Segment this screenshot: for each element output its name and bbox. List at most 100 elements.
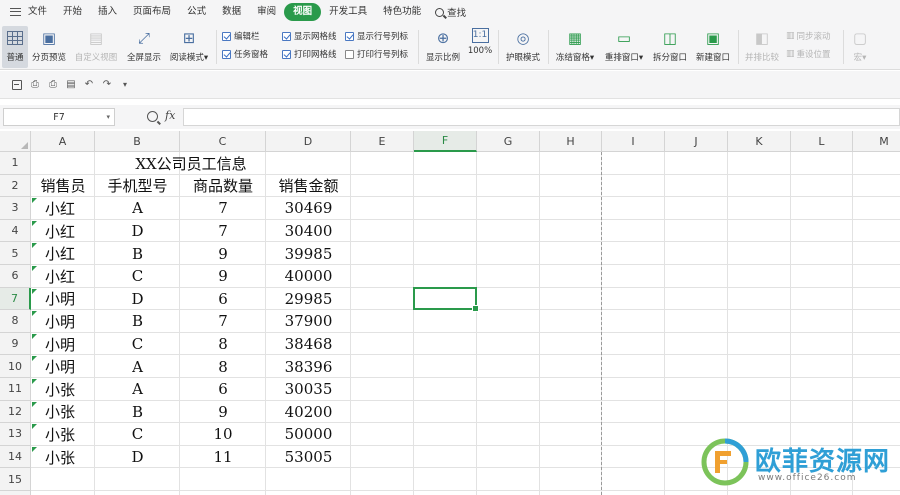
name-box[interactable]: F7 ▾ [3,108,115,126]
menu-file[interactable]: 文件 [26,3,55,21]
sheet-title-cell[interactable]: XX公司员工信息 [31,152,351,175]
data-cell[interactable]: B [95,242,180,265]
header-cell[interactable]: 销售金额 [266,175,351,198]
data-cell[interactable]: 小红 [31,197,95,220]
data-cell[interactable]: 38396 [266,355,351,378]
formula-input[interactable] [183,108,900,126]
menu-page-layout[interactable]: 页面布局 [125,3,179,21]
row-header-16[interactable]: 16 [0,491,31,495]
select-all-corner[interactable] [0,131,31,152]
column-header-m[interactable]: M [853,131,900,152]
new-window-button[interactable]: ▣ 新建窗口 [692,26,734,68]
data-cell[interactable]: B [95,310,180,333]
row-header-1[interactable]: 1 [0,152,31,175]
normal-view-button[interactable]: 普通 [2,26,28,68]
data-cell[interactable]: C [95,423,180,446]
data-cell[interactable]: D [95,288,180,311]
zoom-button[interactable]: ⊕ 显示比例 [423,26,463,68]
row-header-9[interactable]: 9 [0,332,31,356]
undo-icon[interactable]: ↶ [82,78,96,92]
data-cell[interactable]: 8 [180,333,266,356]
edit-bar-checkbox[interactable]: 编辑栏 [222,30,260,42]
data-cell[interactable]: 小张 [31,423,95,446]
data-cell[interactable]: 小明 [31,333,95,356]
split-window-button[interactable]: ◫ 拆分窗口 [650,26,690,68]
row-header-7[interactable]: 7 [0,287,31,311]
data-cell[interactable]: 小明 [31,310,95,333]
data-cell[interactable]: 38468 [266,333,351,356]
data-cell[interactable]: 9 [180,242,266,265]
custom-view-button[interactable]: ▤ 自定义视图 [72,26,120,68]
data-cell[interactable]: 小张 [31,446,95,469]
row-header-6[interactable]: 6 [0,265,31,288]
task-pane-checkbox[interactable]: 任务窗格 [222,48,268,60]
data-cell[interactable]: D [95,446,180,469]
data-cell[interactable]: 小张 [31,378,95,401]
column-header-k[interactable]: K [728,131,791,152]
column-header-l[interactable]: L [791,131,853,152]
menu-view[interactable]: 视图 [284,3,322,21]
data-cell[interactable]: C [95,333,180,356]
column-header-h[interactable]: H [540,131,602,152]
rearrange-windows-button[interactable]: ▭ 重排窗口▾ [600,26,648,68]
row-header-14[interactable]: 14 [0,445,31,469]
data-cell[interactable]: B [95,401,180,424]
reset-position-button[interactable]: ▥ 重设位置 [786,48,831,60]
menu-insert[interactable]: 插入 [90,3,125,21]
row-header-12[interactable]: 12 [0,400,31,424]
hamburger-menu-icon[interactable] [4,0,26,24]
row-header-8[interactable]: 8 [0,310,31,333]
menu-developer[interactable]: 开发工具 [321,3,375,21]
data-cell[interactable]: 9 [180,265,266,288]
data-cell[interactable]: 7 [180,197,266,220]
print-preview-icon[interactable]: ⎙ [28,78,42,92]
data-cell[interactable]: 10 [180,423,266,446]
column-header-a[interactable]: A [31,131,95,152]
data-cell[interactable]: A [95,355,180,378]
side-by-side-button[interactable]: ◧ 并排比较 [742,26,782,68]
menu-search[interactable]: 查找 [429,5,466,19]
row-header-11[interactable]: 11 [0,378,31,401]
data-cell[interactable]: 小红 [31,220,95,243]
header-cell[interactable]: 手机型号 [95,175,180,198]
column-header-i[interactable]: I [602,131,665,152]
menu-features[interactable]: 特色功能 [375,3,429,21]
data-cell[interactable]: 30469 [266,197,351,220]
save-icon[interactable] [10,78,24,92]
header-cell[interactable]: 销售员 [31,175,95,198]
data-cell[interactable]: 53005 [266,446,351,469]
customize-dropdown-icon[interactable]: ▾ [118,78,132,92]
data-cell[interactable]: 6 [180,378,266,401]
row-header-5[interactable]: 5 [0,242,31,265]
data-cell[interactable]: 40000 [266,265,351,288]
data-cell[interactable]: C [95,265,180,288]
column-header-g[interactable]: G [477,131,540,152]
data-cell[interactable]: 39985 [266,242,351,265]
page-break-preview-button[interactable]: ▣ 分页预览 [30,26,68,68]
menu-review[interactable]: 审阅 [249,3,284,21]
redo-icon[interactable]: ↷ [100,78,114,92]
row-header-15[interactable]: 15 [0,468,31,491]
data-cell[interactable]: 6 [180,288,266,311]
data-cell[interactable]: D [95,220,180,243]
column-header-e[interactable]: E [351,131,414,152]
data-cell[interactable]: 37900 [266,310,351,333]
data-cell[interactable]: 小红 [31,242,95,265]
reading-mode-button[interactable]: ⊞ 阅读模式▾ [166,26,212,68]
menu-home[interactable]: 开始 [55,3,90,21]
zoom-search-icon[interactable] [147,111,158,122]
column-header-c[interactable]: C [180,131,266,152]
data-cell[interactable]: 7 [180,310,266,333]
show-headers-checkbox[interactable]: 显示行号列标 [345,30,408,42]
data-cell[interactable]: 11 [180,446,266,469]
chevron-down-icon[interactable]: ▾ [106,113,110,121]
print-gridlines-checkbox[interactable]: 打印网格线 [282,48,337,60]
data-cell[interactable]: 8 [180,355,266,378]
zoom-100-button[interactable]: 1:1 100% [466,26,494,68]
data-cell[interactable]: 30400 [266,220,351,243]
data-cell[interactable]: 29985 [266,288,351,311]
data-cell[interactable]: A [95,197,180,220]
eye-mode-button[interactable]: ◎ 护眼模式 [502,26,544,68]
data-cell[interactable]: 30035 [266,378,351,401]
row-header-10[interactable]: 10 [0,355,31,378]
